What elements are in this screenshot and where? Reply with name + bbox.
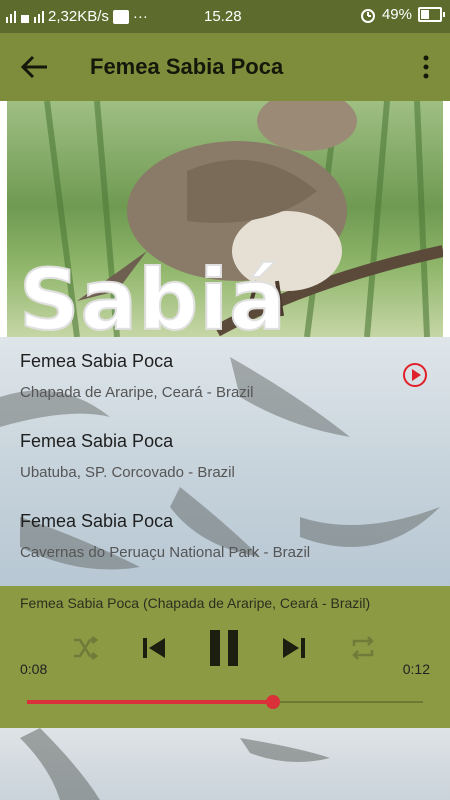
network-speed: 2,32KB/s xyxy=(48,8,109,25)
track-location: Cavernas do Peruaçu National Park - Braz… xyxy=(20,544,311,561)
more-notifications: ··· xyxy=(132,8,148,25)
signal-icon-2 xyxy=(21,14,29,23)
seek-bar[interactable] xyxy=(27,695,423,709)
track-title: Femea Sabia Poca xyxy=(20,431,174,451)
flying-birds-bottom xyxy=(20,728,330,800)
track-title: Femea Sabia Poca xyxy=(20,351,174,371)
total-time: 0:12 xyxy=(402,661,430,677)
battery-icon xyxy=(418,7,445,22)
alarm-icon xyxy=(360,8,375,23)
bird-photo: Sabiá Poca xyxy=(7,101,443,337)
skip-previous-icon[interactable] xyxy=(140,634,168,662)
seek-progress xyxy=(27,700,273,704)
play-circle-icon[interactable] xyxy=(402,362,428,388)
hero-image: Sabiá Poca xyxy=(0,101,450,337)
hero-title-text: Sabiá Poca xyxy=(18,250,287,337)
more-vert-icon[interactable] xyxy=(420,53,432,81)
list-item[interactable]: Femea Sabia Poca Ubatuba, SP. Corcovado … xyxy=(20,431,430,481)
track-location: Ubatuba, SP. Corcovado - Brazil xyxy=(20,464,235,481)
shuffle-icon[interactable] xyxy=(72,636,98,660)
repeat-icon[interactable] xyxy=(350,636,376,660)
list-item[interactable]: Femea Sabia Poca Chapada de Araripe, Cea… xyxy=(20,351,430,401)
back-arrow-icon[interactable] xyxy=(20,53,50,81)
message-icon xyxy=(112,9,129,24)
track-list: Femea Sabia Poca Chapada de Araripe, Cea… xyxy=(0,337,450,587)
track-location: Chapada de Araripe, Ceará - Brazil xyxy=(20,384,254,401)
pause-icon[interactable] xyxy=(206,628,242,668)
elapsed-time: 0:08 xyxy=(20,661,48,677)
app-toolbar: Femea Sabia Poca xyxy=(0,33,450,101)
list-item[interactable]: Femea Sabia Poca Cavernas do Peruaçu Nat… xyxy=(20,511,430,561)
clock: 15.28 xyxy=(204,8,242,25)
page-title: Femea Sabia Poca xyxy=(90,54,284,79)
track-title: Femea Sabia Poca xyxy=(20,511,174,531)
battery-percent: 49% xyxy=(381,6,412,23)
status-bar: 2,32KB/s ··· 15.28 49% xyxy=(0,0,450,33)
signal-icon-3 xyxy=(34,10,44,23)
now-playing-text: Femea Sabia Poca (Chapada de Araripe, Ce… xyxy=(20,595,371,611)
seek-thumb[interactable] xyxy=(265,695,280,709)
skip-next-icon[interactable] xyxy=(280,634,308,662)
media-player: Femea Sabia Poca (Chapada de Araripe, Ce… xyxy=(0,586,450,728)
background-strip xyxy=(0,728,450,800)
signal-icon xyxy=(6,10,16,23)
